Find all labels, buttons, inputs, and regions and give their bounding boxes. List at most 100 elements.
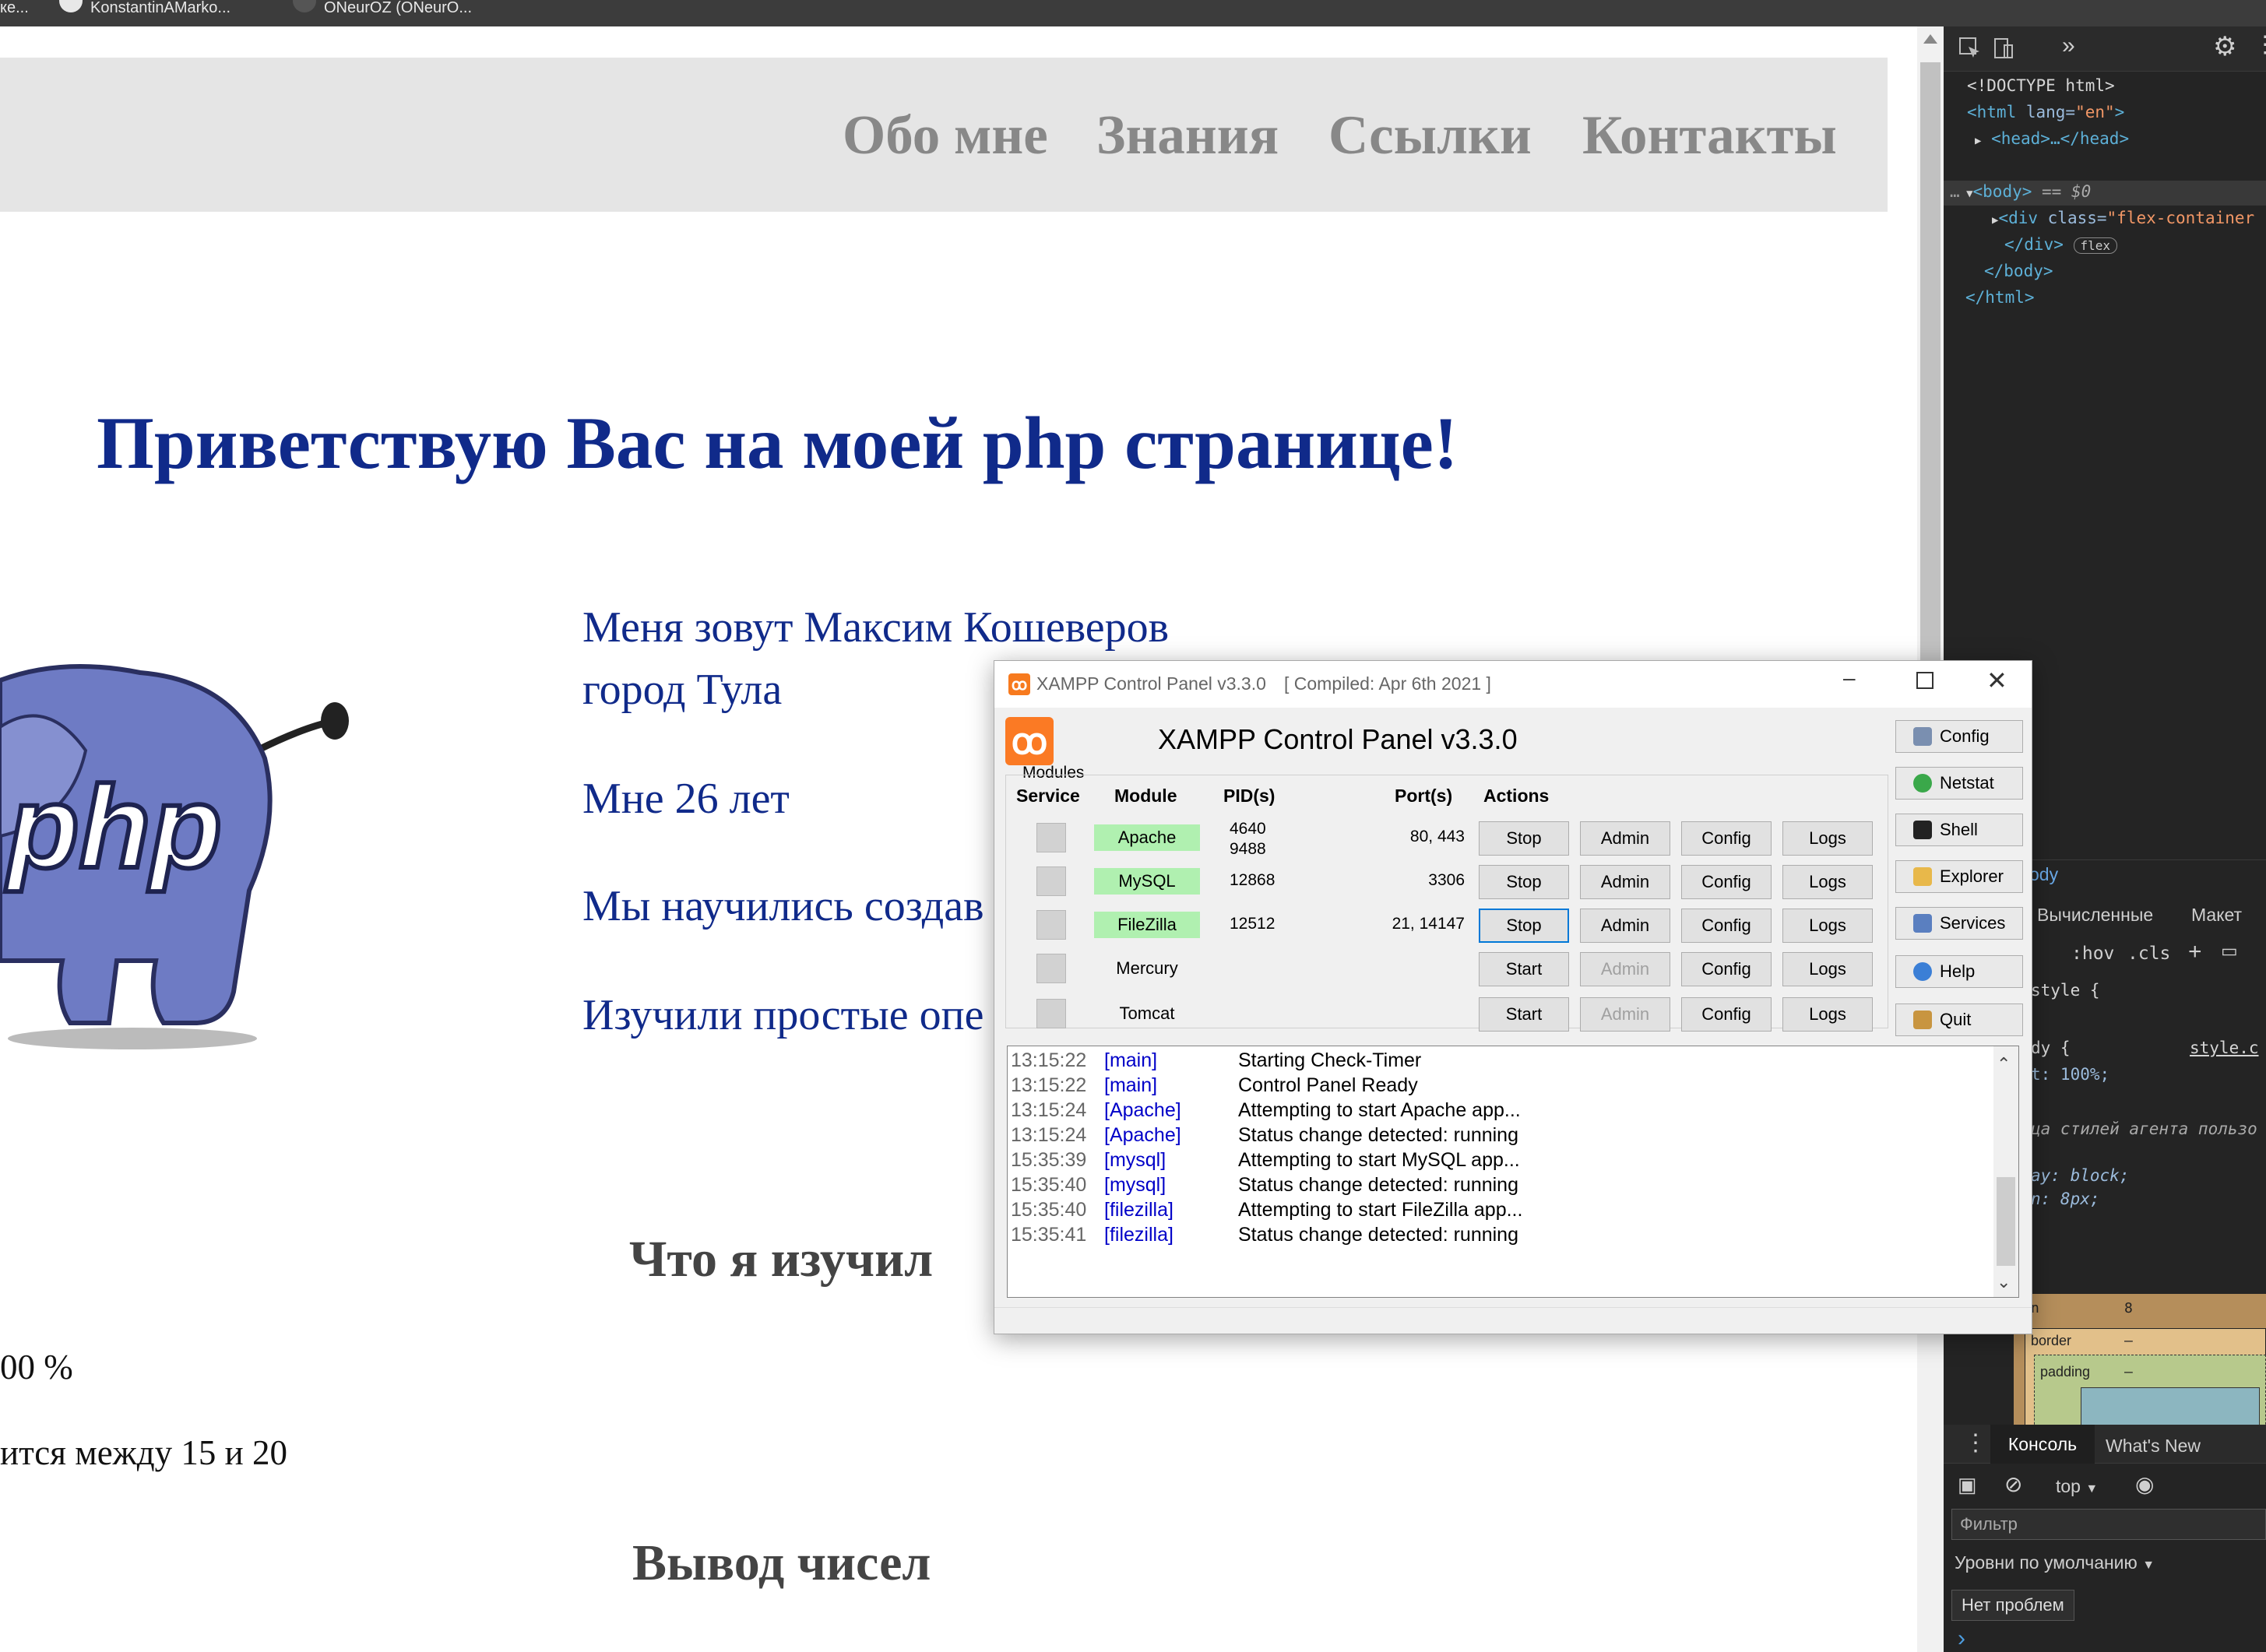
module-ports: 21, 14147 bbox=[1392, 915, 1465, 933]
tab-layout[interactable]: Макет bbox=[2191, 905, 2242, 926]
collapse-arrow-icon[interactable]: ▼ bbox=[1960, 188, 1972, 200]
dom-body[interactable]: … ▼<body> == $0 bbox=[1950, 182, 2091, 201]
start-stop-button[interactable]: Stop bbox=[1479, 865, 1569, 899]
nav-link-contacts[interactable]: Контакты bbox=[1582, 104, 1837, 167]
config-button[interactable]: Config bbox=[1681, 997, 1772, 1032]
service-checkbox[interactable] bbox=[1036, 999, 1066, 1028]
admin-button: Admin bbox=[1580, 997, 1670, 1032]
admin-button[interactable]: Admin bbox=[1580, 821, 1670, 856]
nav-link-links[interactable]: Ссылки bbox=[1328, 104, 1532, 167]
module-pid: 9488 bbox=[1230, 840, 1266, 858]
dom-tag: <html bbox=[1967, 103, 2017, 121]
more-tabs-icon[interactable]: » bbox=[2062, 33, 2075, 59]
kebab-menu-icon[interactable]: ⋮ bbox=[2254, 31, 2266, 58]
drawer-menu-icon[interactable]: ⋮ bbox=[1964, 1429, 1987, 1457]
dom-div[interactable]: ▶<div class="flex-container bbox=[1992, 209, 2254, 227]
start-stop-button[interactable]: Start bbox=[1479, 952, 1569, 986]
page-scrollbar-thumb[interactable] bbox=[1920, 62, 1941, 670]
cls-button[interactable]: .cls bbox=[2127, 944, 2170, 964]
style-rule-body[interactable]: dy { bbox=[2031, 1039, 2071, 1057]
gear-icon[interactable]: ⚙ bbox=[2213, 31, 2236, 62]
eye-icon[interactable]: ◉ bbox=[2135, 1471, 2154, 1497]
style-prop[interactable]: t: 100%; bbox=[2031, 1065, 2109, 1084]
config-button[interactable]: Config bbox=[1681, 909, 1772, 943]
start-stop-button[interactable]: Stop bbox=[1479, 821, 1569, 856]
config-button[interactable]: Config bbox=[1681, 865, 1772, 899]
log-levels-dropdown[interactable]: Уровни по умолчанию ▼ bbox=[1955, 1552, 2155, 1573]
help-icon bbox=[1913, 962, 1932, 981]
side-shell-button[interactable]: Shell bbox=[1895, 814, 2023, 846]
dom-attr-value: "flex-container bbox=[2106, 209, 2255, 227]
sidebar-toggle-icon[interactable]: ▣ bbox=[1958, 1473, 1977, 1497]
breadcrumb-body[interactable]: ody bbox=[2029, 864, 2058, 885]
module-row-mysql: MySQL 12868 3306 Stop Admin Config Logs bbox=[994, 860, 1890, 904]
logs-button[interactable]: Logs bbox=[1782, 997, 1873, 1032]
wrench-icon bbox=[1913, 727, 1932, 746]
service-checkbox[interactable] bbox=[1036, 866, 1066, 896]
logs-button[interactable]: Logs bbox=[1782, 952, 1873, 986]
dom-doctype[interactable]: <!DOCTYPE html> bbox=[1967, 76, 2115, 95]
start-stop-button[interactable]: Stop bbox=[1479, 909, 1569, 943]
close-icon[interactable]: ✕ bbox=[1986, 666, 2007, 695]
tab-whats-new[interactable]: What's New bbox=[2106, 1436, 2201, 1457]
logs-button[interactable]: Logs bbox=[1782, 865, 1873, 899]
side-config-button[interactable]: Config bbox=[1895, 720, 2023, 753]
scroll-up-arrow-icon[interactable] bbox=[1923, 34, 1937, 44]
style-prop[interactable]: n: 8px; bbox=[2031, 1190, 2100, 1208]
side-services-button[interactable]: Services bbox=[1895, 907, 2023, 940]
flex-badge[interactable]: flex bbox=[2073, 237, 2118, 254]
issues-button[interactable]: Нет проблем bbox=[1951, 1590, 2074, 1621]
service-checkbox[interactable] bbox=[1036, 910, 1066, 940]
side-help-button[interactable]: Help bbox=[1895, 955, 2023, 988]
maximize-icon[interactable] bbox=[1916, 672, 1933, 689]
browser-tab[interactable]: ке... bbox=[0, 0, 47, 26]
log-panel[interactable]: 13:15:22 [main] Starting Check-Timer 13:15… bbox=[1007, 1046, 2019, 1298]
side-explorer-button[interactable]: Explorer bbox=[1895, 860, 2023, 893]
config-button[interactable]: Config bbox=[1681, 821, 1772, 856]
start-stop-button[interactable]: Start bbox=[1479, 997, 1569, 1032]
range-text: ится между 15 и 20 bbox=[0, 1433, 287, 1472]
side-netstat-button[interactable]: Netstat bbox=[1895, 767, 2023, 800]
style-rule-element[interactable]: style { bbox=[2031, 981, 2100, 1000]
logs-button[interactable]: Logs bbox=[1782, 821, 1873, 856]
service-checkbox[interactable] bbox=[1036, 823, 1066, 852]
add-rule-icon[interactable]: + bbox=[2188, 939, 2202, 965]
browser-tab[interactable]: KonstantinAMarko... bbox=[59, 0, 277, 26]
dom-head[interactable]: ▶ <head>…</head> bbox=[1975, 129, 2129, 148]
dom-html-close[interactable]: </html> bbox=[1965, 288, 2035, 307]
paint-icon[interactable]: ▭ bbox=[2221, 940, 2238, 961]
hov-button[interactable]: :hov bbox=[2071, 944, 2114, 964]
style-prop[interactable]: ay: block; bbox=[2031, 1166, 2129, 1185]
xampp-logo-icon: ꝏ bbox=[1008, 673, 1030, 695]
service-checkbox[interactable] bbox=[1036, 954, 1066, 983]
tab-computed[interactable]: Вычисленные bbox=[2037, 905, 2153, 926]
context-selector[interactable]: top ▼ bbox=[2056, 1476, 2098, 1497]
admin-button[interactable]: Admin bbox=[1580, 909, 1670, 943]
side-quit-button[interactable]: Quit bbox=[1895, 1004, 2023, 1036]
expand-arrow-icon[interactable]: ▶ bbox=[1975, 135, 1981, 147]
nav-link-knowledge[interactable]: Знания bbox=[1096, 104, 1279, 167]
console-prompt[interactable]: › bbox=[1958, 1626, 1965, 1652]
admin-button[interactable]: Admin bbox=[1580, 865, 1670, 899]
dom-body-close[interactable]: </body> bbox=[1984, 262, 2053, 280]
stylesheet-link[interactable]: style.c bbox=[2190, 1039, 2259, 1057]
minimize-icon[interactable]: – bbox=[1843, 666, 1856, 691]
log-source: [mysql] bbox=[1104, 1174, 1166, 1196]
logs-button[interactable]: Logs bbox=[1782, 909, 1873, 943]
device-toolbar-icon[interactable] bbox=[1992, 36, 2017, 61]
log-line: 15:35:39 [mysql] Attempting to start MySQL… bbox=[1011, 1148, 1984, 1172]
dom-div-close[interactable]: </div> flex bbox=[2004, 235, 2118, 254]
nav-link-about[interactable]: Обо мне bbox=[843, 104, 1048, 167]
scroll-down-icon[interactable]: ⌄ bbox=[1997, 1272, 2011, 1292]
intro-city: город Тула bbox=[582, 666, 783, 714]
inspect-element-icon[interactable] bbox=[1958, 36, 1983, 61]
log-message: Starting Check-Timer bbox=[1238, 1049, 1422, 1071]
console-filter-input[interactable]: Фильтр bbox=[1951, 1509, 2266, 1540]
browser-tab[interactable]: ONeurOZ (ONeurO... bbox=[293, 0, 526, 26]
dom-html-open[interactable]: <html lang="en"> bbox=[1967, 103, 2124, 121]
tab-console[interactable]: Консоль bbox=[1990, 1425, 2095, 1464]
scroll-up-icon[interactable]: ⌃ bbox=[1997, 1054, 2011, 1074]
clear-console-icon[interactable]: ⊘ bbox=[2004, 1471, 2022, 1497]
log-scrollbar-thumb[interactable] bbox=[1997, 1177, 2015, 1266]
config-button[interactable]: Config bbox=[1681, 952, 1772, 986]
